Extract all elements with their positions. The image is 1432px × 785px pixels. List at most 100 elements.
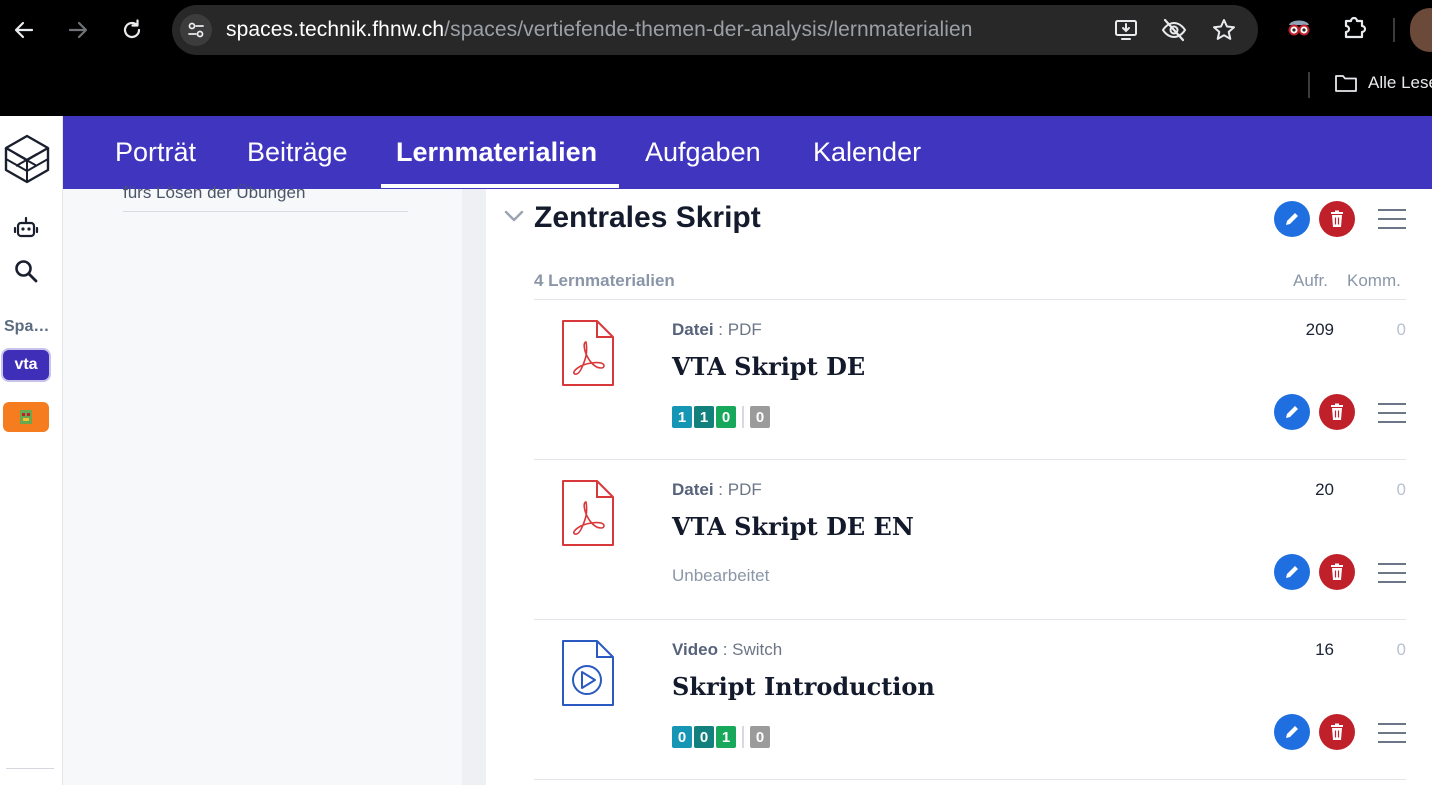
column-header-comments: Komm. <box>1347 271 1401 290</box>
app-logo-icon[interactable] <box>4 134 50 189</box>
item-title[interactable]: VTA Skript DE <box>672 352 865 381</box>
item-kind: Datei <box>672 320 714 339</box>
rail-divider <box>6 768 54 769</box>
list-divider <box>534 779 1406 780</box>
list-item[interactable]: Video : Switch Skript Introduction 16 0 … <box>534 620 1406 780</box>
folder-icon <box>1335 75 1357 92</box>
arrow-left-icon <box>14 21 34 39</box>
section-drag-handle-icon[interactable] <box>1378 209 1406 229</box>
panel-gutter <box>462 189 486 785</box>
item-title[interactable]: VTA Skript DE EN <box>672 512 914 541</box>
trash-icon <box>1331 210 1343 227</box>
list-item[interactable]: Datei : PDF VTA Skript DE 209 0 1 1 0 0 <box>534 300 1406 460</box>
item-views: 209 <box>1305 320 1334 339</box>
pixel-avatar-icon <box>20 410 32 424</box>
robot-icon[interactable] <box>12 214 40 242</box>
item-title[interactable]: Skript Introduction <box>672 672 935 701</box>
puzzle-extensions-icon[interactable] <box>1339 12 1369 42</box>
materials-count: 4 Lernmaterialien <box>534 271 675 290</box>
address-bar[interactable]: spaces.technik.fhnw.ch/spaces/vertiefend… <box>172 5 1258 55</box>
drag-handle-icon[interactable] <box>1378 403 1406 423</box>
pencil-icon <box>1286 726 1298 738</box>
item-status: Unbearbeitet <box>672 566 770 585</box>
bookmarks-divider <box>1308 72 1310 98</box>
progress-badge: 0 <box>694 726 714 748</box>
reload-button[interactable] <box>116 14 148 46</box>
progress-badge-extra: 0 <box>750 726 770 748</box>
panel-nav-item[interactable]: fürs Lösen der Übungen <box>123 183 305 203</box>
item-kind: Datei <box>672 480 714 499</box>
progress-badges: 1 1 0 0 <box>672 406 770 428</box>
item-comments[interactable]: 0 <box>1397 480 1406 500</box>
progress-badge: 0 <box>672 726 692 748</box>
reload-icon <box>123 19 141 39</box>
bookmark-folder[interactable]: Alle Lese <box>1334 73 1432 93</box>
space-chip-avatar[interactable] <box>3 402 49 432</box>
item-comments[interactable]: 0 <box>1397 320 1406 340</box>
pencil-icon <box>1286 213 1298 225</box>
video-file-icon <box>560 638 616 713</box>
badge-divider <box>742 726 744 748</box>
forward-button[interactable] <box>62 14 94 46</box>
delete-button[interactable] <box>1319 714 1355 750</box>
section-edit-button[interactable] <box>1274 201 1310 237</box>
url-text[interactable]: spaces.technik.fhnw.ch/spaces/vertiefend… <box>226 18 973 42</box>
column-header-views: Aufr. <box>1293 271 1328 290</box>
tab-beitraege[interactable]: Beiträge <box>247 116 348 189</box>
left-rail: Spa… vta <box>0 116 63 785</box>
star-icon[interactable] <box>1210 16 1238 44</box>
bookmark-folder-label: Alle Lese <box>1368 73 1432 92</box>
space-chip-vta[interactable]: vta <box>3 350 49 380</box>
list-item[interactable]: Datei : PDF VTA Skript DE EN 20 0 Unbear… <box>534 460 1406 620</box>
tab-lernmaterialien[interactable]: Lernmaterialien <box>396 116 597 189</box>
meta-separator: : <box>717 640 733 659</box>
pencil-icon <box>1286 566 1298 578</box>
pdf-file-icon <box>560 318 616 393</box>
edit-button[interactable] <box>1274 554 1310 590</box>
pdf-file-icon <box>560 478 616 553</box>
delete-button[interactable] <box>1319 394 1355 430</box>
delete-button[interactable] <box>1319 554 1355 590</box>
spaces-label: Spa… <box>4 318 50 335</box>
progress-badge-extra: 0 <box>750 406 770 428</box>
progress-badge: 1 <box>716 726 736 748</box>
chevron-down-icon[interactable] <box>504 209 524 228</box>
drag-handle-icon[interactable] <box>1378 723 1406 743</box>
item-views: 16 <box>1315 640 1334 659</box>
item-type: PDF <box>727 480 762 499</box>
progress-badge: 1 <box>694 406 714 428</box>
spy-extension-icon[interactable] <box>1284 12 1314 42</box>
back-button[interactable] <box>8 14 40 46</box>
toolbar-divider <box>1393 18 1395 42</box>
edit-button[interactable] <box>1274 714 1310 750</box>
profile-avatar[interactable] <box>1410 8 1432 52</box>
site-settings-icon[interactable] <box>180 14 212 46</box>
install-app-icon[interactable] <box>1112 16 1140 44</box>
item-meta: Datei : PDF <box>672 320 762 340</box>
item-kind: Video <box>672 640 718 659</box>
item-meta: Datei : PDF <box>672 480 762 500</box>
meta-separator: : <box>713 320 728 339</box>
pencil-icon <box>1286 406 1298 418</box>
badge-divider <box>742 406 744 428</box>
trash-icon <box>1331 563 1343 580</box>
trash-icon <box>1331 403 1343 420</box>
tab-bar: Porträt Beiträge Lernmaterialien Aufgabe… <box>63 116 1432 189</box>
tab-kalender[interactable]: Kalender <box>813 116 921 189</box>
tab-aufgaben[interactable]: Aufgaben <box>645 116 761 189</box>
edit-button[interactable] <box>1274 394 1310 430</box>
section-delete-button[interactable] <box>1319 201 1355 237</box>
eye-off-icon[interactable] <box>1160 16 1188 44</box>
progress-badge: 0 <box>716 406 736 428</box>
tab-portraet[interactable]: Porträt <box>115 116 196 189</box>
drag-handle-icon[interactable] <box>1378 563 1406 583</box>
item-comments[interactable]: 0 <box>1397 640 1406 660</box>
section-nav-panel: fürs Lösen der Übungen <box>63 183 462 785</box>
panel-divider <box>123 211 408 212</box>
progress-badges: 0 0 1 0 <box>672 726 770 748</box>
browser-chrome: spaces.technik.fhnw.ch/spaces/vertiefend… <box>0 0 1432 116</box>
search-icon[interactable] <box>12 257 40 285</box>
item-type: PDF <box>727 320 762 339</box>
meta-separator: : <box>713 480 728 499</box>
arrow-right-icon <box>68 21 88 39</box>
